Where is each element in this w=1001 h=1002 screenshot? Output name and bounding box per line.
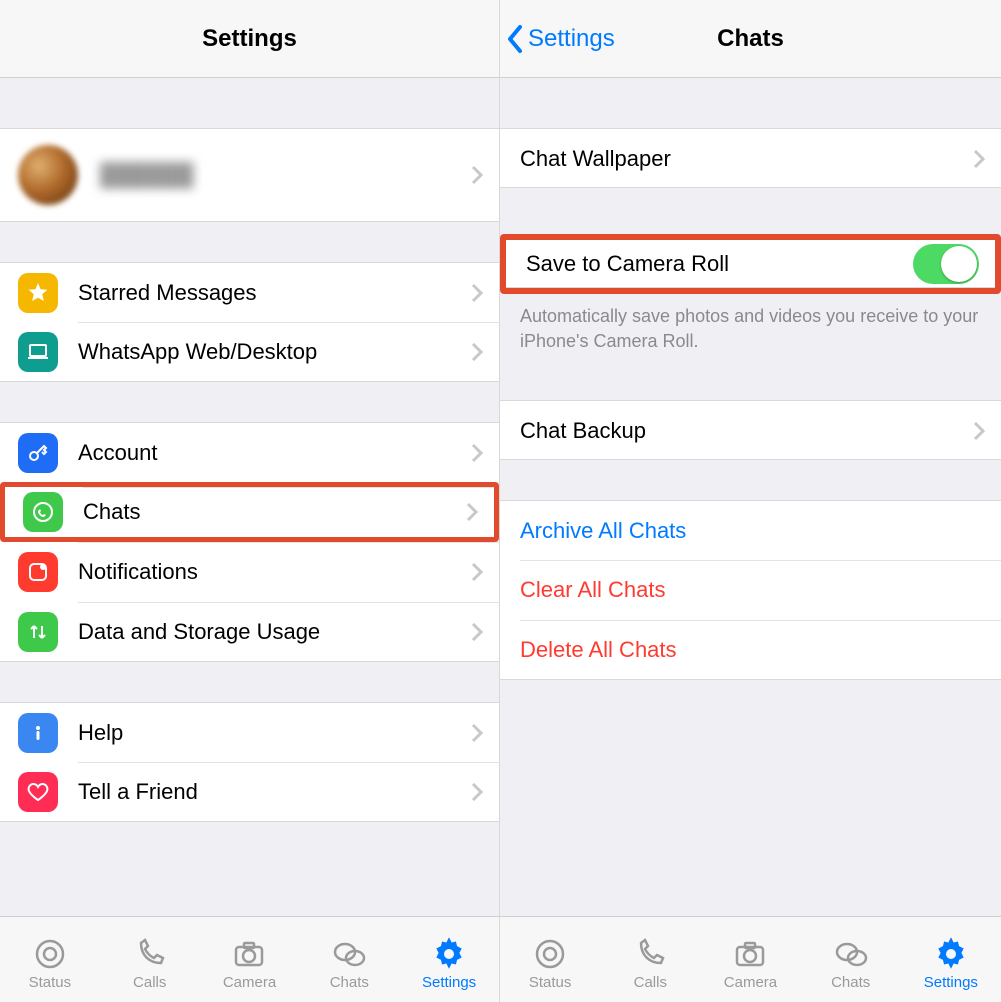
notifications-row[interactable]: Notifications <box>0 542 499 602</box>
camera-icon <box>730 934 770 974</box>
save-camera-desc: Automatically save photos and videos you… <box>500 294 1001 354</box>
row-label: Tell a Friend <box>78 779 471 805</box>
phone-icon <box>130 934 170 974</box>
tab-settings[interactable]: Settings <box>901 934 1001 991</box>
tab-calls[interactable]: Calls <box>100 934 200 991</box>
tell-friend-row[interactable]: Tell a Friend <box>0 762 499 822</box>
chevron-right-icon <box>471 342 483 362</box>
gear-icon <box>429 934 469 974</box>
tab-calls[interactable]: Calls <box>600 934 700 991</box>
chevron-right-icon <box>471 443 483 463</box>
chevron-right-icon <box>471 165 483 185</box>
row-label: Clear All Chats <box>520 577 985 603</box>
chevron-right-icon <box>466 502 478 522</box>
arrows-icon <box>18 612 58 652</box>
tab-label: Status <box>529 974 572 991</box>
profile-name: ██████ <box>100 162 471 188</box>
back-label: Settings <box>528 25 615 53</box>
whatsapp-web-row[interactable]: WhatsApp Web/Desktop <box>0 322 499 382</box>
status-icon <box>530 934 570 974</box>
chats-icon <box>831 934 871 974</box>
tab-label: Status <box>29 974 72 991</box>
chevron-right-icon <box>471 723 483 743</box>
back-button[interactable]: Settings <box>506 24 615 54</box>
profile-row[interactable]: ██████ <box>0 128 499 222</box>
archive-all-row[interactable]: Archive All Chats <box>500 500 1001 560</box>
gear-icon <box>931 934 971 974</box>
tab-status[interactable]: Status <box>500 934 600 991</box>
camera-icon <box>229 934 269 974</box>
chats-settings-screen: Settings Chats Chat Wallpaper Save to Ca… <box>500 0 1001 1002</box>
row-label: Archive All Chats <box>520 518 985 544</box>
account-row[interactable]: Account <box>0 422 499 482</box>
chevron-right-icon <box>471 782 483 802</box>
avatar <box>18 145 78 205</box>
status-icon <box>30 934 70 974</box>
star-icon <box>18 273 58 313</box>
notification-icon <box>18 552 58 592</box>
row-label: Chat Wallpaper <box>520 146 973 172</box>
tab-camera[interactable]: Camera <box>700 934 800 991</box>
delete-all-row[interactable]: Delete All Chats <box>500 620 1001 680</box>
row-label: Account <box>78 440 471 466</box>
laptop-icon <box>18 332 58 372</box>
chevron-right-icon <box>471 562 483 582</box>
settings-content: ██████ Starred Messages What <box>0 78 499 916</box>
info-icon <box>18 713 58 753</box>
chevron-right-icon <box>973 421 985 441</box>
tab-label: Camera <box>223 974 276 991</box>
tab-label: Chats <box>831 974 870 991</box>
tab-label: Calls <box>634 974 667 991</box>
help-row[interactable]: Help <box>0 702 499 762</box>
chevron-right-icon <box>973 149 985 169</box>
row-label: Notifications <box>78 559 471 585</box>
tab-label: Chats <box>330 974 369 991</box>
chevron-right-icon <box>471 283 483 303</box>
tab-bar: Status Calls Camera Chats Settings <box>0 916 499 1002</box>
row-label: Delete All Chats <box>520 637 985 663</box>
chats-icon <box>329 934 369 974</box>
row-label: Save to Camera Roll <box>526 251 913 277</box>
whatsapp-icon <box>23 492 63 532</box>
save-camera-roll-row[interactable]: Save to Camera Roll <box>500 234 1001 294</box>
nav-bar: Settings Chats <box>500 0 1001 78</box>
chats-row[interactable]: Chats <box>0 482 499 542</box>
tab-label: Camera <box>724 974 777 991</box>
starred-messages-row[interactable]: Starred Messages <box>0 262 499 322</box>
phone-icon <box>630 934 670 974</box>
tab-status[interactable]: Status <box>0 934 100 991</box>
chat-backup-row[interactable]: Chat Backup <box>500 400 1001 460</box>
tab-camera[interactable]: Camera <box>200 934 300 991</box>
settings-screen: Settings ██████ Starred Messages <box>0 0 500 1002</box>
row-label: Help <box>78 720 471 746</box>
nav-title: Chats <box>717 25 784 53</box>
tab-label: Settings <box>924 974 978 991</box>
tab-label: Calls <box>133 974 166 991</box>
chats-content: Chat Wallpaper Save to Camera Roll Autom… <box>500 78 1001 916</box>
nav-title: Settings <box>202 25 297 53</box>
heart-icon <box>18 772 58 812</box>
tab-bar: Status Calls Camera Chats Settings <box>500 916 1001 1002</box>
chevron-right-icon <box>471 622 483 642</box>
row-label: Starred Messages <box>78 280 471 306</box>
tab-label: Settings <box>422 974 476 991</box>
row-label: Chats <box>83 499 466 525</box>
row-label: WhatsApp Web/Desktop <box>78 339 471 365</box>
row-label: Data and Storage Usage <box>78 619 471 645</box>
data-usage-row[interactable]: Data and Storage Usage <box>0 602 499 662</box>
chat-wallpaper-row[interactable]: Chat Wallpaper <box>500 128 1001 188</box>
clear-all-row[interactable]: Clear All Chats <box>500 560 1001 620</box>
row-label: Chat Backup <box>520 418 973 444</box>
tab-settings[interactable]: Settings <box>399 934 499 991</box>
tab-chats[interactable]: Chats <box>801 934 901 991</box>
save-camera-roll-toggle[interactable] <box>913 244 979 284</box>
nav-bar: Settings <box>0 0 499 78</box>
key-icon <box>18 433 58 473</box>
tab-chats[interactable]: Chats <box>299 934 399 991</box>
